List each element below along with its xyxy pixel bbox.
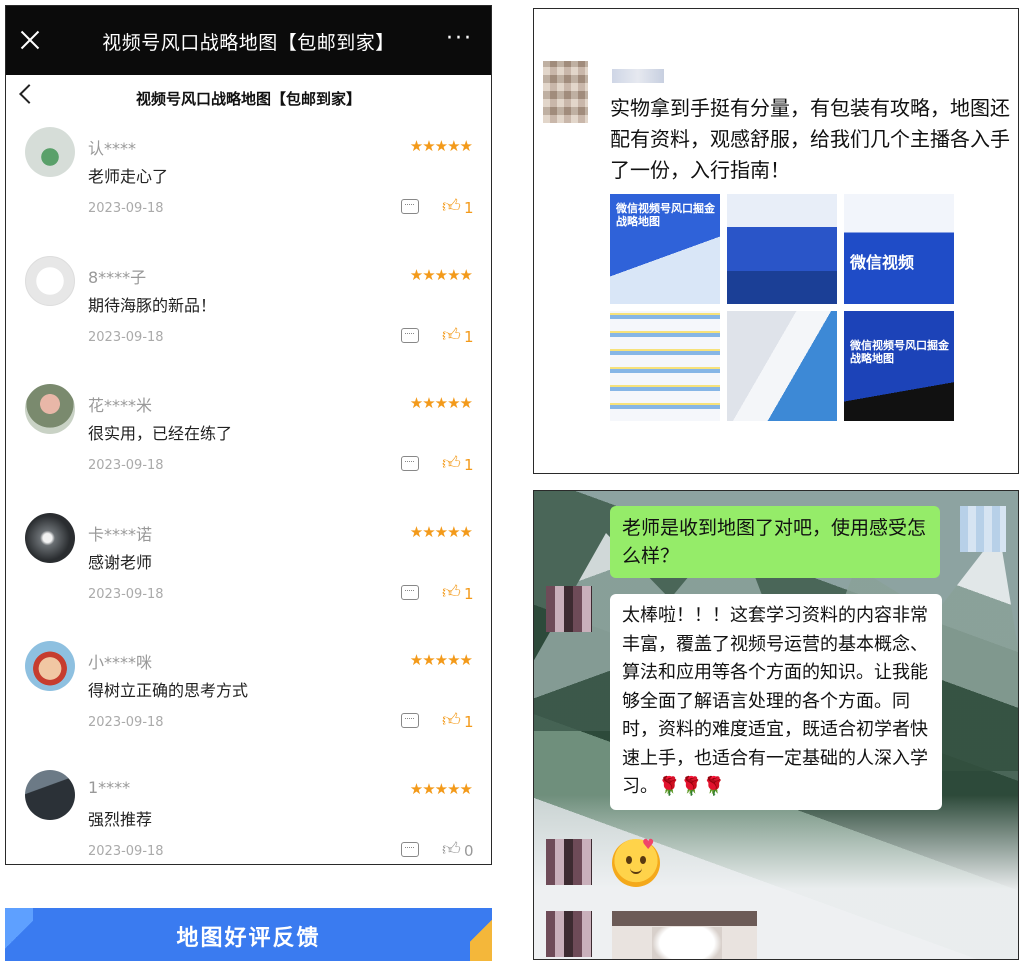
photo-caption: 微信视频号风口掘金战略地图 <box>850 339 949 365</box>
review-date: 2023-09-18 <box>88 843 164 859</box>
reviewer-name: 卡****诺 <box>88 524 153 544</box>
photo-thumbnail[interactable] <box>727 311 837 421</box>
more-icon[interactable]: ··· <box>446 26 473 51</box>
emoji-sticker: ♥ <box>612 837 660 887</box>
avatar[interactable] <box>25 512 75 563</box>
rating-stars: ★★★★★ <box>409 522 473 541</box>
photo-thumbnail[interactable]: 微信视频号风口掘金战略地图 <box>610 194 720 304</box>
comment-icon[interactable] <box>401 199 419 214</box>
reviewer-name: 认**** <box>88 139 137 158</box>
thumbs-up-icon[interactable]: 👍︎ <box>442 709 461 731</box>
thumbs-up-icon[interactable]: 👍︎ <box>442 581 461 603</box>
emoji-eye <box>626 856 632 864</box>
like-count: 1 <box>464 327 474 346</box>
like-count: 1 <box>464 199 474 217</box>
received-message: 太棒啦！！！这套学习资料的内容非常丰富，覆盖了视频号运营的基本概念、算法和应用等… <box>610 594 942 810</box>
photo-thumbnail[interactable] <box>610 311 720 421</box>
heart-icon: ♥ <box>642 837 655 853</box>
review-date: 2023-09-18 <box>88 201 164 216</box>
rating-stars: ★★★★★ <box>409 779 473 798</box>
banner-title: 地图好评反馈 <box>176 926 321 951</box>
review-item: 小****咪 ★★★★★ 得树立正确的思考方式 2023-09-18 👍︎ 1 <box>6 635 491 764</box>
review-text: 得树立正确的思考方式 <box>88 681 249 700</box>
review-text: 期待海豚的新品！ <box>88 295 217 315</box>
page-title: 视频号风口战略地图【包邮到家】 <box>135 90 361 108</box>
thumbs-up-icon[interactable]: 👍︎ <box>442 195 461 217</box>
reviewer-name: 小****咪 <box>88 653 153 672</box>
avatar[interactable] <box>25 255 75 306</box>
review-item: 卡****诺 ★★★★★ 感谢老师 2023-09-18 👍︎ 1 <box>6 507 491 636</box>
thumbs-up-icon[interactable]: 👍︎ <box>442 452 461 474</box>
chat-screen: 老师是收到地图了对吧，使用感受怎么样？ 太棒啦！！！这套学习资料的内容非常丰富，… <box>533 490 1019 960</box>
blurred-username <box>612 69 664 83</box>
rating-stars: ★★★★★ <box>409 137 473 155</box>
review-text: 老师走心了 <box>88 167 169 186</box>
review-item: 认**** ★★★★★ 老师走心了 2023-09-18 👍︎ 1 <box>6 121 491 250</box>
review-date: 2023-09-18 <box>88 458 164 473</box>
moment-post: 实物拿到手挺有分量，有包装有攻略，地图还配有资料，观感舒服，给我们几个主播各入手… <box>533 8 1019 474</box>
thumbs-up-icon[interactable]: 👍︎ <box>442 838 461 860</box>
reviewer-name: 花****米 <box>88 396 153 415</box>
photo-thumbnail[interactable]: 微信视频号风口掘金战略地图 <box>844 311 954 421</box>
emoji-eye <box>640 856 646 864</box>
post-text: 实物拿到手挺有分量，有包装有攻略，地图还配有资料，观感舒服，给我们几个主播各入手… <box>610 96 1010 182</box>
review-date: 2023-09-18 <box>88 329 164 345</box>
photo-message[interactable] <box>612 911 757 959</box>
thumbs-up-icon[interactable]: 👍︎ <box>442 324 461 346</box>
like-count: 1 <box>464 713 474 731</box>
comment-icon[interactable] <box>401 327 419 343</box>
avatar[interactable] <box>25 127 75 177</box>
comment-icon[interactable] <box>401 584 419 600</box>
rating-stars: ★★★★★ <box>409 651 473 669</box>
photo-caption: 微信视频 <box>850 253 915 272</box>
avatar[interactable] <box>546 586 592 632</box>
photo-caption: 微信视频号风口掘金战略地图 <box>616 202 715 228</box>
like-count: 0 <box>464 841 474 860</box>
photo-thumbnail[interactable] <box>727 194 837 304</box>
sent-message: 老师是收到地图了对吧，使用感受怎么样？ <box>610 506 940 578</box>
avatar[interactable] <box>25 384 75 434</box>
avatar[interactable] <box>546 839 592 885</box>
like-count: 1 <box>464 456 474 474</box>
review-item: 花****米 ★★★★★ 很实用，已经在练了 2023-09-18 👍︎ 1 <box>6 378 491 507</box>
review-text: 感谢老师 <box>88 552 153 572</box>
review-item: 1**** ★★★★★ 强烈推荐 2023-09-18 👍︎ 0 <box>6 764 491 865</box>
window-title: 视频号风口战略地图【包邮到家】 <box>102 32 395 54</box>
rating-stars: ★★★★★ <box>409 265 473 284</box>
review-list: 认**** ★★★★★ 老师走心了 2023-09-18 👍︎ 1 8****子… <box>6 121 491 865</box>
top-bar: 视频号风口战略地图【包邮到家】 ··· <box>6 6 491 75</box>
comment-icon[interactable] <box>401 713 419 728</box>
like-count: 1 <box>464 584 474 603</box>
sub-bar: 视频号风口战略地图【包邮到家】 <box>6 75 491 121</box>
avatar[interactable] <box>25 769 75 820</box>
review-text: 强烈推荐 <box>88 809 153 829</box>
comment-icon[interactable] <box>401 841 419 857</box>
avatar[interactable] <box>25 641 75 691</box>
feedback-banner: 地图好评反馈 <box>5 908 492 961</box>
review-item: 8****子 ★★★★★ 期待海豚的新品！ 2023-09-18 👍︎ 1 <box>6 250 491 379</box>
rating-stars: ★★★★★ <box>409 394 473 412</box>
review-date: 2023-09-18 <box>88 586 164 602</box>
photo-thumbnail[interactable]: 微信视频 <box>844 194 954 304</box>
review-date: 2023-09-18 <box>88 715 164 730</box>
reviewer-name: 1**** <box>88 777 131 797</box>
review-phone-screen: 视频号风口战略地图【包邮到家】 ··· 视频号风口战略地图【包邮到家】 认***… <box>5 5 492 865</box>
emoji-mouth <box>630 868 642 874</box>
comment-icon[interactable] <box>401 456 419 471</box>
avatar[interactable] <box>960 506 1006 552</box>
avatar[interactable] <box>543 61 588 123</box>
avatar[interactable] <box>546 911 592 957</box>
review-text: 很实用，已经在练了 <box>88 424 233 443</box>
reviewer-name: 8****子 <box>88 267 147 287</box>
photo-grid: 微信视频号风口掘金战略地图 微信视频 微信视频号风口掘金战略地图 <box>610 194 958 424</box>
